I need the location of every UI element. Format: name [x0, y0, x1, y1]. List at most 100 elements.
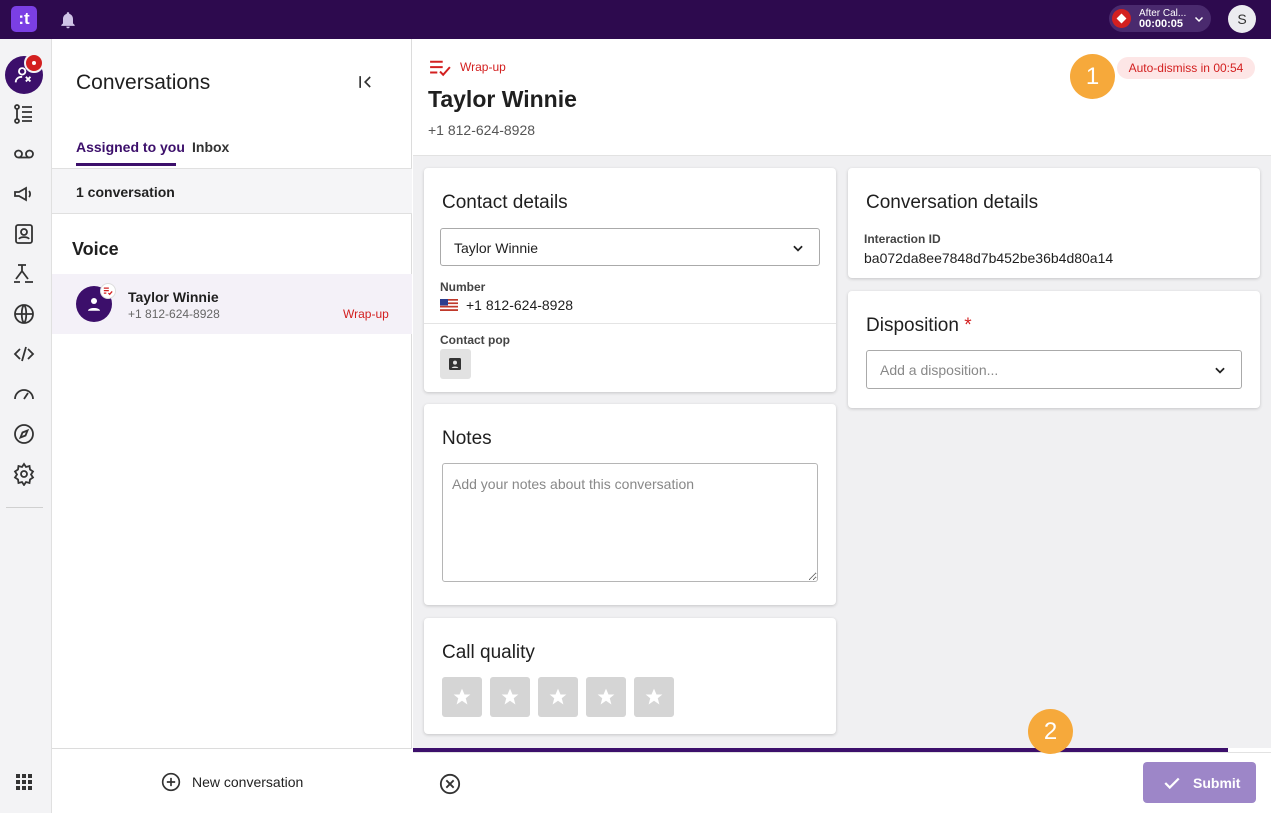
conversations-panel: Conversations Assigned to you Inbox 1 co… — [52, 39, 412, 813]
user-avatar[interactable]: S — [1228, 5, 1256, 33]
chevron-down-icon — [1194, 16, 1204, 23]
card-title-contact-details: Contact details — [442, 192, 568, 213]
us-flag-icon — [440, 299, 458, 311]
nav-globe[interactable] — [12, 302, 36, 326]
conversation-count-bar: 1 conversation — [52, 168, 412, 214]
contact-number-value: +1 812-624-8928 — [466, 297, 574, 313]
conversation-contact-name: Taylor Winnie — [128, 289, 219, 305]
nav-apps[interactable] — [12, 770, 36, 794]
contact-select-value: Taylor Winnie — [454, 240, 539, 256]
card-title-disposition: Disposition * — [866, 315, 972, 337]
conversation-status: Wrap-up — [343, 307, 389, 321]
star-icon — [501, 688, 519, 705]
explore-icon — [14, 424, 34, 444]
submit-button[interactable]: Submit — [1143, 762, 1256, 803]
nav-developer[interactable] — [12, 342, 36, 366]
star-icon — [549, 688, 567, 705]
status-indicator-icon — [1112, 9, 1131, 28]
new-conversation-label: New conversation — [192, 774, 304, 790]
nav-divider — [6, 507, 43, 508]
nav-explore[interactable] — [12, 422, 36, 446]
app-logo[interactable]: :t — [11, 6, 37, 32]
dashboard-icon — [14, 389, 34, 400]
rating-star-5[interactable] — [634, 677, 674, 717]
contact-pop-button[interactable] — [440, 349, 471, 379]
nav-campaigns[interactable] — [12, 182, 36, 206]
callout-marker-2: 2 — [1028, 709, 1073, 754]
globe-icon — [14, 304, 34, 324]
workflows-icon — [14, 264, 33, 283]
bell-icon[interactable] — [58, 10, 78, 30]
contact-select[interactable]: Taylor Winnie — [440, 228, 820, 266]
callout-marker-1: 1 — [1070, 54, 1115, 99]
contact-name-heading: Taylor Winnie — [428, 86, 577, 112]
nav-contacts[interactable] — [12, 222, 36, 246]
nav-queues[interactable] — [12, 102, 36, 126]
disposition-select[interactable]: Add a disposition... — [866, 350, 1242, 389]
code-icon — [13, 346, 35, 362]
nav-settings[interactable] — [12, 462, 36, 487]
agent-status-timer: 00:00:05 — [1139, 18, 1184, 30]
star-icon — [597, 688, 615, 705]
conversation-state-label: Wrap-up — [460, 60, 506, 74]
card-title-notes: Notes — [442, 428, 492, 449]
star-icon — [645, 688, 663, 705]
contacts-icon — [15, 224, 33, 244]
rating-star-2[interactable] — [490, 677, 530, 717]
wrap-up-form: Contact details Taylor Winnie Number +1 … — [413, 156, 1271, 748]
submit-label: Submit — [1193, 775, 1241, 791]
nav-dashboard[interactable] — [12, 382, 36, 406]
notification-badge — [24, 53, 44, 73]
wrap-up-mini-icon — [100, 283, 116, 299]
conversation-header: Wrap-up Taylor Winnie +1 812-624-8928 Au… — [413, 39, 1271, 156]
panel-title: Conversations — [76, 71, 211, 94]
card-title-call-quality: Call quality — [442, 642, 535, 663]
conversation-contact-phone: +1 812-624-8928 — [128, 307, 220, 321]
star-icon — [453, 688, 471, 705]
disposition-card: Disposition * Add a disposition... — [848, 291, 1260, 408]
wrap-up-icon — [430, 60, 451, 77]
dismiss-icon[interactable] — [439, 773, 461, 795]
collapse-panel-icon[interactable] — [356, 72, 376, 92]
settings-icon — [13, 462, 35, 487]
contact-pop-label: Contact pop — [440, 333, 510, 347]
rating-star-4[interactable] — [586, 677, 626, 717]
card-divider — [424, 323, 836, 324]
disposition-title: Disposition — [866, 315, 959, 336]
section-heading-voice: Voice — [72, 239, 119, 259]
conversation-details-card: Conversation details Interaction ID ba07… — [848, 168, 1260, 278]
tab-inbox[interactable]: Inbox — [192, 139, 229, 155]
agent-status-selector[interactable]: After Cal... 00:00:05 — [1109, 5, 1211, 32]
interaction-id-label: Interaction ID — [864, 232, 941, 246]
contact-details-card: Contact details Taylor Winnie Number +1 … — [424, 168, 836, 392]
active-tab-indicator — [76, 163, 176, 166]
notes-textarea[interactable] — [442, 463, 818, 582]
conversation-count: 1 conversation — [76, 184, 175, 200]
action-footer: Submit — [413, 752, 1271, 813]
chevron-down-icon — [793, 245, 803, 252]
campaigns-icon — [14, 186, 32, 202]
queue-list-icon — [14, 104, 32, 124]
rating-star-3[interactable] — [538, 677, 578, 717]
tab-assigned-to-you[interactable]: Assigned to you — [76, 139, 185, 155]
top-bar: :t After Cal... 00:00:05 S — [0, 0, 1271, 39]
number-label: Number — [440, 280, 486, 294]
rating-star-1[interactable] — [442, 677, 482, 717]
disposition-placeholder: Add a disposition... — [880, 362, 999, 378]
notes-card: Notes — [424, 404, 836, 605]
new-conversation-button[interactable]: New conversation — [52, 748, 412, 813]
call-quality-card: Call quality — [424, 618, 836, 734]
check-icon — [1164, 777, 1180, 790]
voicemail-icon — [14, 149, 34, 159]
nav-workflows[interactable] — [12, 262, 36, 286]
person-icon — [88, 298, 100, 311]
contact-card-icon — [449, 358, 461, 370]
apps-grid-icon — [16, 774, 32, 790]
required-marker: * — [964, 315, 972, 336]
conversation-list-item[interactable]: Taylor Winnie +1 812-624-8928 Wrap-up — [52, 274, 412, 334]
nav-rail — [0, 39, 52, 813]
contact-phone: +1 812-624-8928 — [428, 122, 536, 138]
nav-voicemail[interactable] — [12, 142, 36, 166]
plus-circle-icon — [161, 772, 181, 792]
card-title-conversation-details: Conversation details — [866, 192, 1039, 213]
